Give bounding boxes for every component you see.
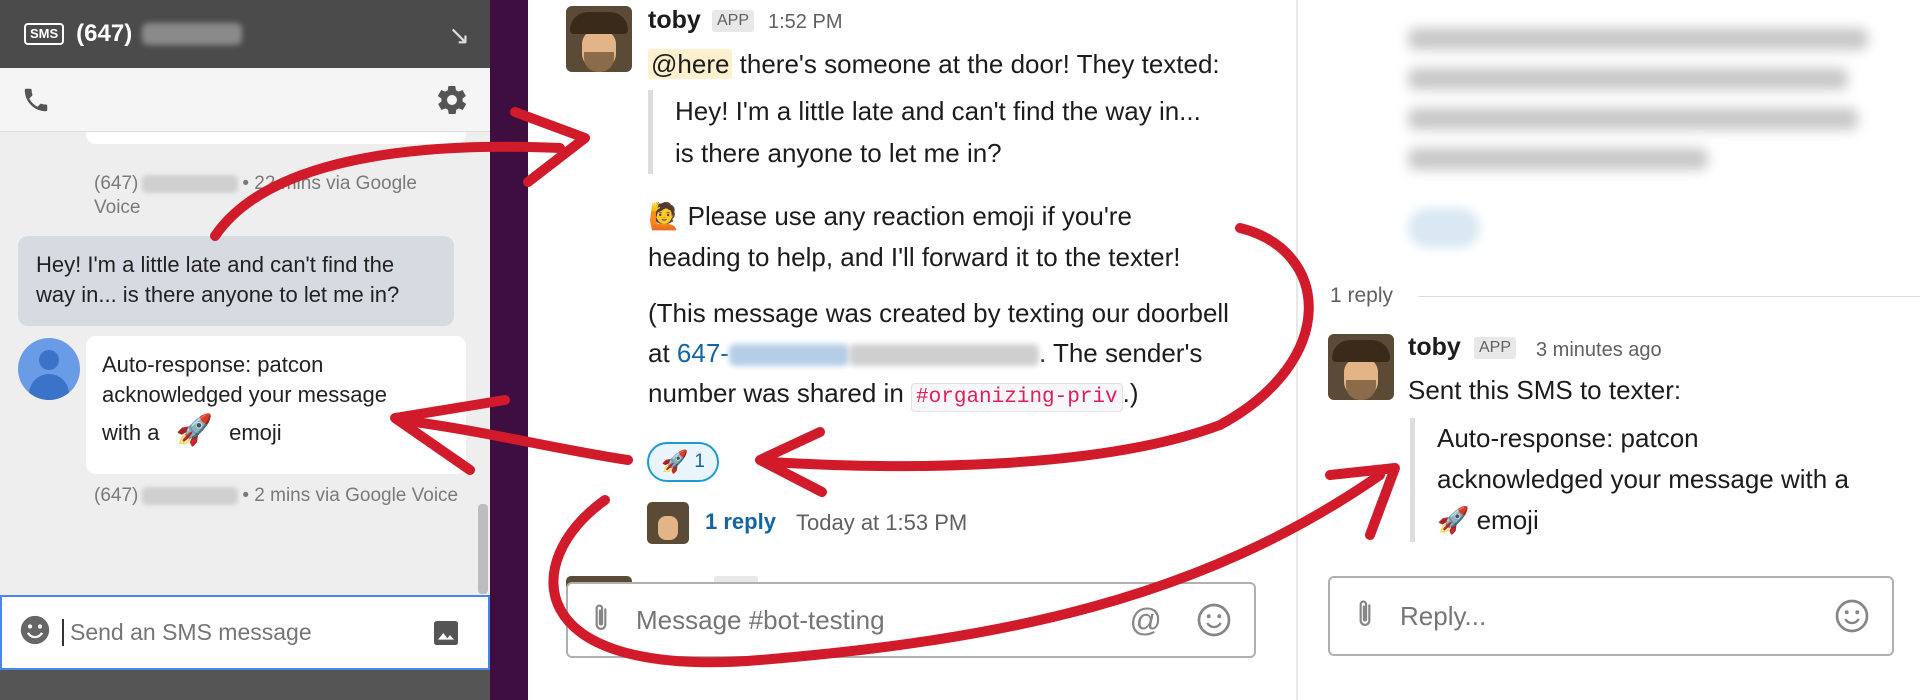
reply-divider xyxy=(1418,296,1920,297)
reply-count-link[interactable]: 1 reply xyxy=(705,509,776,535)
auto-response-line: Auto-response: patcon xyxy=(102,352,324,377)
note-line: (This message was created by texting our… xyxy=(648,298,1229,328)
paperclip-icon[interactable] xyxy=(588,601,614,640)
screenshot-stage: SMS (647) ↘ (647) • 22 mins via Google Vo… xyxy=(0,0,1920,700)
at-icon[interactable]: @ xyxy=(1130,602,1162,639)
message-composer: @ xyxy=(566,582,1256,658)
message-via: Voice xyxy=(94,197,141,218)
auto-response-text: with a xyxy=(102,420,160,445)
reaction-count: 1 xyxy=(694,451,705,472)
sms-conversation[interactable]: (647) • 22 mins via Google Voice Hey! I'm… xyxy=(0,132,490,595)
message-time: • 22 mins via Google xyxy=(242,173,417,194)
redacted-number xyxy=(142,174,239,193)
toby-avatar[interactable] xyxy=(566,6,632,72)
instructions-line: heading to help, and I'll forward it to … xyxy=(648,242,1181,272)
instructions-text: 🙋 Please use any reaction emoji if you'r… xyxy=(648,196,1181,277)
thread-panel: 1 reply toby APP 3 minutes ago Sent this… xyxy=(1298,0,1920,700)
reply-quote: Auto-response: patcon acknowledged your … xyxy=(1410,418,1849,542)
app-badge: APP xyxy=(712,10,755,32)
app-badge: APP xyxy=(1474,337,1517,359)
sms-input-bar xyxy=(0,595,490,670)
redacted-number xyxy=(142,23,243,45)
quote-line: Auto-response: patcon xyxy=(1437,423,1699,453)
phone-icon[interactable] xyxy=(18,82,54,118)
auto-response-line: acknowledged your message xyxy=(102,382,387,407)
note-text: at xyxy=(648,338,677,368)
quote-line: is there anyone to let me in? xyxy=(675,138,1002,168)
toby-avatar[interactable] xyxy=(1328,334,1394,400)
smiley-icon[interactable] xyxy=(1834,598,1870,639)
thread-reply-count: 1 reply xyxy=(1330,284,1406,308)
note-text: .) xyxy=(1122,378,1139,408)
background-strip xyxy=(0,670,490,700)
smiley-icon[interactable] xyxy=(1196,602,1232,643)
google-voice-sms-panel: SMS (647) ↘ (647) • 22 mins via Google Vo… xyxy=(0,0,490,700)
instructions-line: Please use any reaction emoji if you're xyxy=(680,201,1132,231)
auto-response-meta: (647) • 2 mins via Google Voice xyxy=(94,484,458,508)
intro-text: there's someone at the door! They texted… xyxy=(732,49,1220,79)
message-sender[interactable]: toby xyxy=(648,6,701,35)
message-intro: @here there's someone at the door! They … xyxy=(648,44,1220,84)
quote-line: acknowledged your message with a xyxy=(1437,464,1849,494)
message-input[interactable] xyxy=(636,604,1086,636)
expand-icon[interactable]: ↘ xyxy=(448,20,470,51)
slack-channel-view: toby APP 1:52 PM @here there's someone a… xyxy=(528,0,1296,700)
incoming-sms-bubble: Hey! I'm a little late and can't find th… xyxy=(18,236,454,326)
message-time: • 2 mins via Google Voice xyxy=(242,485,459,506)
sms-message-input[interactable] xyxy=(62,619,402,646)
reply-input[interactable] xyxy=(1400,600,1780,632)
auto-response-text: emoji xyxy=(229,420,282,445)
rocket-emoji: 🚀 xyxy=(175,413,213,448)
gear-icon[interactable] xyxy=(434,82,470,118)
note-text: . The sender's xyxy=(1038,338,1203,368)
note-text: number was shared in xyxy=(648,378,912,408)
quote-line: Hey! I'm a little late and can't find th… xyxy=(675,96,1201,126)
sms-contact-number: (647) xyxy=(76,20,133,47)
rocket-emoji: 🚀 xyxy=(1437,506,1470,536)
blurred-reaction xyxy=(1408,208,1480,248)
blurred-parent-message xyxy=(1408,28,1878,188)
paperclip-icon[interactable] xyxy=(1352,597,1378,636)
quoted-sms: Hey! I'm a little late and can't find th… xyxy=(648,90,1201,174)
reply-time[interactable]: 3 minutes ago xyxy=(1536,339,1662,362)
sms-header[interactable]: SMS (647) ↘ xyxy=(0,0,490,68)
redacted-number xyxy=(848,344,1039,367)
rocket-emoji: 🚀 xyxy=(661,449,689,475)
reply-composer xyxy=(1328,576,1894,656)
here-mention[interactable]: @here xyxy=(648,49,733,79)
message-time[interactable]: 1:52 PM xyxy=(768,11,842,34)
thread-reply-avatar xyxy=(647,502,689,544)
smiley-icon[interactable] xyxy=(18,613,52,652)
scrollbar[interactable] xyxy=(478,504,488,594)
slack-sidebar-strip xyxy=(490,0,528,700)
sender-number: (647) xyxy=(94,173,139,194)
sms-badge: SMS xyxy=(24,23,65,45)
previous-message-meta: (647) • 22 mins via Google Voice xyxy=(94,172,417,220)
reply-text: Sent this SMS to texter: xyxy=(1408,375,1682,405)
avatar-icon xyxy=(18,338,80,400)
reply-sender[interactable]: toby xyxy=(1408,333,1461,362)
raising-hand-emoji: 🙋 xyxy=(648,202,681,232)
redacted-number xyxy=(142,486,239,505)
auto-response-bubble: Auto-response: patcon acknowledged your … xyxy=(86,336,466,474)
redacted-number xyxy=(728,344,849,367)
previous-message-bubble xyxy=(86,132,466,144)
image-icon[interactable] xyxy=(430,617,462,654)
auto-response-line: with a 🚀 emoji xyxy=(102,416,450,448)
doorbell-phone-link[interactable]: 647- xyxy=(677,338,729,368)
channel-code: #organizing-priv xyxy=(911,383,1123,412)
sender-number: (647) xyxy=(94,485,139,506)
doorbell-note: (This message was created by texting our… xyxy=(648,293,1229,418)
reply-time: Today at 1:53 PM xyxy=(796,510,968,535)
quote-text: emoji xyxy=(1469,505,1539,535)
rocket-reaction[interactable]: 🚀 1 xyxy=(647,442,719,482)
sms-toolbar xyxy=(0,68,490,132)
